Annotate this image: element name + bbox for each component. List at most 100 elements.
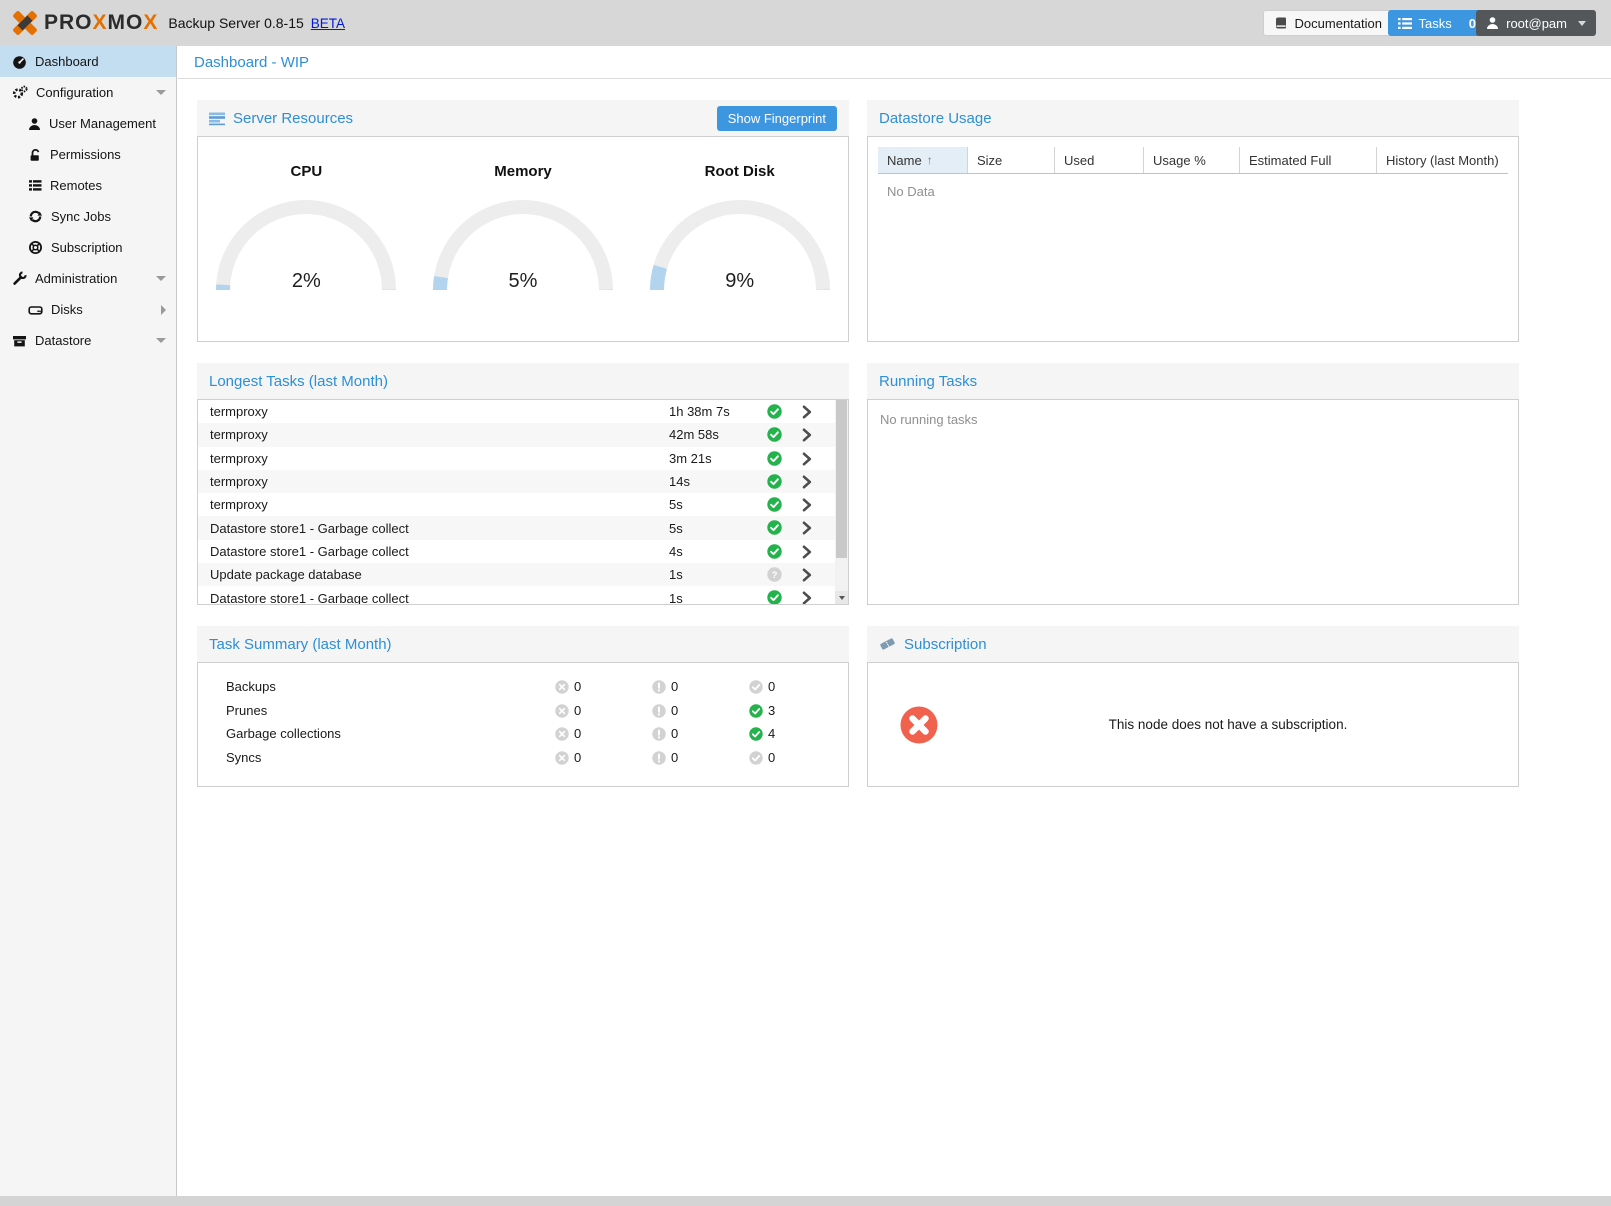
longest-tasks-header: Longest Tasks (last Month): [197, 363, 849, 399]
sidebar-item-administration[interactable]: Administration: [0, 263, 176, 294]
open-task-chevron-icon[interactable]: [802, 475, 812, 489]
sidebar-item-permissions[interactable]: Permissions: [0, 139, 176, 170]
sidebar: Dashboard Configuration User Management …: [0, 46, 177, 1196]
ok-status-icon: [767, 497, 782, 512]
task-duration: 4s: [669, 544, 683, 559]
ok-count: 4: [768, 726, 775, 741]
panel-title: Running Tasks: [879, 373, 977, 390]
sidebar-item-label: Remotes: [50, 178, 102, 193]
bottom-scroll-strip[interactable]: [0, 1196, 1611, 1206]
error-count: 0: [574, 703, 581, 718]
sidebar-item-remotes[interactable]: Remotes: [0, 170, 176, 201]
vertical-scrollbar[interactable]: [835, 400, 848, 604]
cogs-icon: [12, 85, 28, 100]
ok-count: 0: [768, 679, 775, 694]
task-name: termproxy: [198, 404, 268, 419]
task-name: termproxy: [198, 474, 268, 489]
task-row[interactable]: termproxy 3m 21s: [198, 447, 848, 470]
subscription-message: This node does not have a subscription.: [938, 717, 1518, 732]
error-count-icon: [555, 704, 569, 718]
triangle-down-icon: [839, 596, 845, 600]
gauge-label: Memory: [415, 163, 632, 180]
svg-text:?: ?: [772, 570, 778, 581]
open-task-chevron-icon[interactable]: [802, 498, 812, 512]
task-duration: 14s: [669, 474, 690, 489]
documentation-button[interactable]: Documentation: [1263, 10, 1393, 36]
root-disk-gauge: Root Disk 9%: [631, 137, 848, 341]
task-name: Datastore store1 - Garbage collect: [198, 521, 409, 536]
user-menu-button[interactable]: root@pam: [1476, 10, 1596, 36]
sidebar-item-label: Dashboard: [35, 54, 99, 69]
task-row[interactable]: termproxy 1h 38m 7s: [198, 400, 848, 423]
sidebar-item-disks[interactable]: Disks: [0, 294, 176, 325]
open-task-chevron-icon[interactable]: [802, 521, 812, 535]
column-header-history[interactable]: History (last Month): [1377, 147, 1508, 173]
user-icon: [1486, 16, 1499, 30]
tachometer-icon: [12, 55, 27, 69]
sidebar-item-dashboard[interactable]: Dashboard: [0, 46, 176, 77]
task-row[interactable]: Datastore store1 - Garbage collect 1s: [198, 586, 848, 605]
user-icon: [28, 117, 41, 131]
sidebar-item-label: Configuration: [36, 85, 113, 100]
product-version-label: Backup Server 0.8-15: [168, 15, 303, 31]
documentation-label: Documentation: [1295, 16, 1382, 31]
warning-count: 0: [671, 726, 678, 741]
datastore-usage-header: Datastore Usage: [867, 100, 1519, 136]
beta-link[interactable]: BETA: [311, 16, 345, 31]
task-name: Datastore store1 - Garbage collect: [198, 591, 409, 605]
summary-row-prunes: Prunes 0 0 3: [198, 699, 848, 723]
task-row[interactable]: termproxy 14s: [198, 470, 848, 493]
no-data-message: No Data: [878, 174, 1508, 209]
task-duration: 1s: [669, 567, 683, 582]
column-header-usage[interactable]: Usage %: [1144, 147, 1240, 173]
error-count: 0: [574, 679, 581, 694]
tasks-button[interactable]: Tasks 0: [1388, 10, 1486, 36]
show-fingerprint-button[interactable]: Show Fingerprint: [717, 106, 837, 131]
open-task-chevron-icon[interactable]: [802, 591, 812, 605]
task-row[interactable]: termproxy 42m 58s: [198, 423, 848, 446]
task-name: termproxy: [198, 497, 268, 512]
main-content: Dashboard - WIP Server Resources Show Fi…: [178, 46, 1611, 1196]
subscription-header: Subscription: [867, 626, 1519, 662]
gauge-value: 9%: [631, 270, 848, 293]
proxmox-logo: PROXMOX: [10, 8, 158, 38]
column-header-name[interactable]: Name ↑: [878, 147, 968, 173]
sidebar-item-datastore[interactable]: Datastore: [0, 325, 176, 356]
task-row[interactable]: Datastore store1 - Garbage collect 4s: [198, 540, 848, 563]
task-row[interactable]: Datastore store1 - Garbage collect 5s: [198, 516, 848, 539]
sidebar-item-user-management[interactable]: User Management: [0, 108, 176, 139]
task-duration: 3m 21s: [669, 451, 712, 466]
open-task-chevron-icon[interactable]: [802, 405, 812, 419]
error-count-icon: [555, 751, 569, 765]
life-ring-icon: [28, 240, 43, 255]
sidebar-item-label: Permissions: [50, 147, 121, 162]
column-header-used[interactable]: Used: [1055, 147, 1144, 173]
ok-status-icon: [767, 590, 782, 605]
chevron-down-icon: [156, 90, 166, 95]
warning-count-icon: [652, 704, 666, 718]
running-tasks-panel: Running Tasks No running tasks: [867, 363, 1519, 605]
sidebar-item-sync-jobs[interactable]: Sync Jobs: [0, 201, 176, 232]
chevron-down-icon: [156, 276, 166, 281]
summary-label: Backups: [198, 679, 276, 694]
sidebar-item-subscription[interactable]: Subscription: [0, 232, 176, 263]
page-title-bar: Dashboard - WIP: [178, 46, 1611, 79]
column-header-estimated-full[interactable]: Estimated Full: [1240, 147, 1377, 173]
ok-status-icon: [767, 474, 782, 489]
open-task-chevron-icon[interactable]: [802, 452, 812, 466]
no-running-tasks-message: No running tasks: [868, 400, 1518, 439]
scrollbar-down-button[interactable]: [835, 591, 848, 604]
open-task-chevron-icon[interactable]: [802, 568, 812, 582]
sidebar-item-label: Administration: [35, 271, 117, 286]
task-row[interactable]: termproxy 5s: [198, 493, 848, 516]
gauge-label: CPU: [198, 163, 415, 180]
task-summary-body: Backups 0 0 0 Prunes 0 0 3: [197, 662, 849, 787]
task-list-icon: [1398, 17, 1412, 30]
error-count: 0: [574, 750, 581, 765]
open-task-chevron-icon[interactable]: [802, 428, 812, 442]
open-task-chevron-icon[interactable]: [802, 545, 812, 559]
sidebar-item-configuration[interactable]: Configuration: [0, 77, 176, 108]
task-row[interactable]: Update package database 1s ?: [198, 563, 848, 586]
column-header-size[interactable]: Size: [968, 147, 1055, 173]
scrollbar-thumb[interactable]: [836, 400, 847, 558]
